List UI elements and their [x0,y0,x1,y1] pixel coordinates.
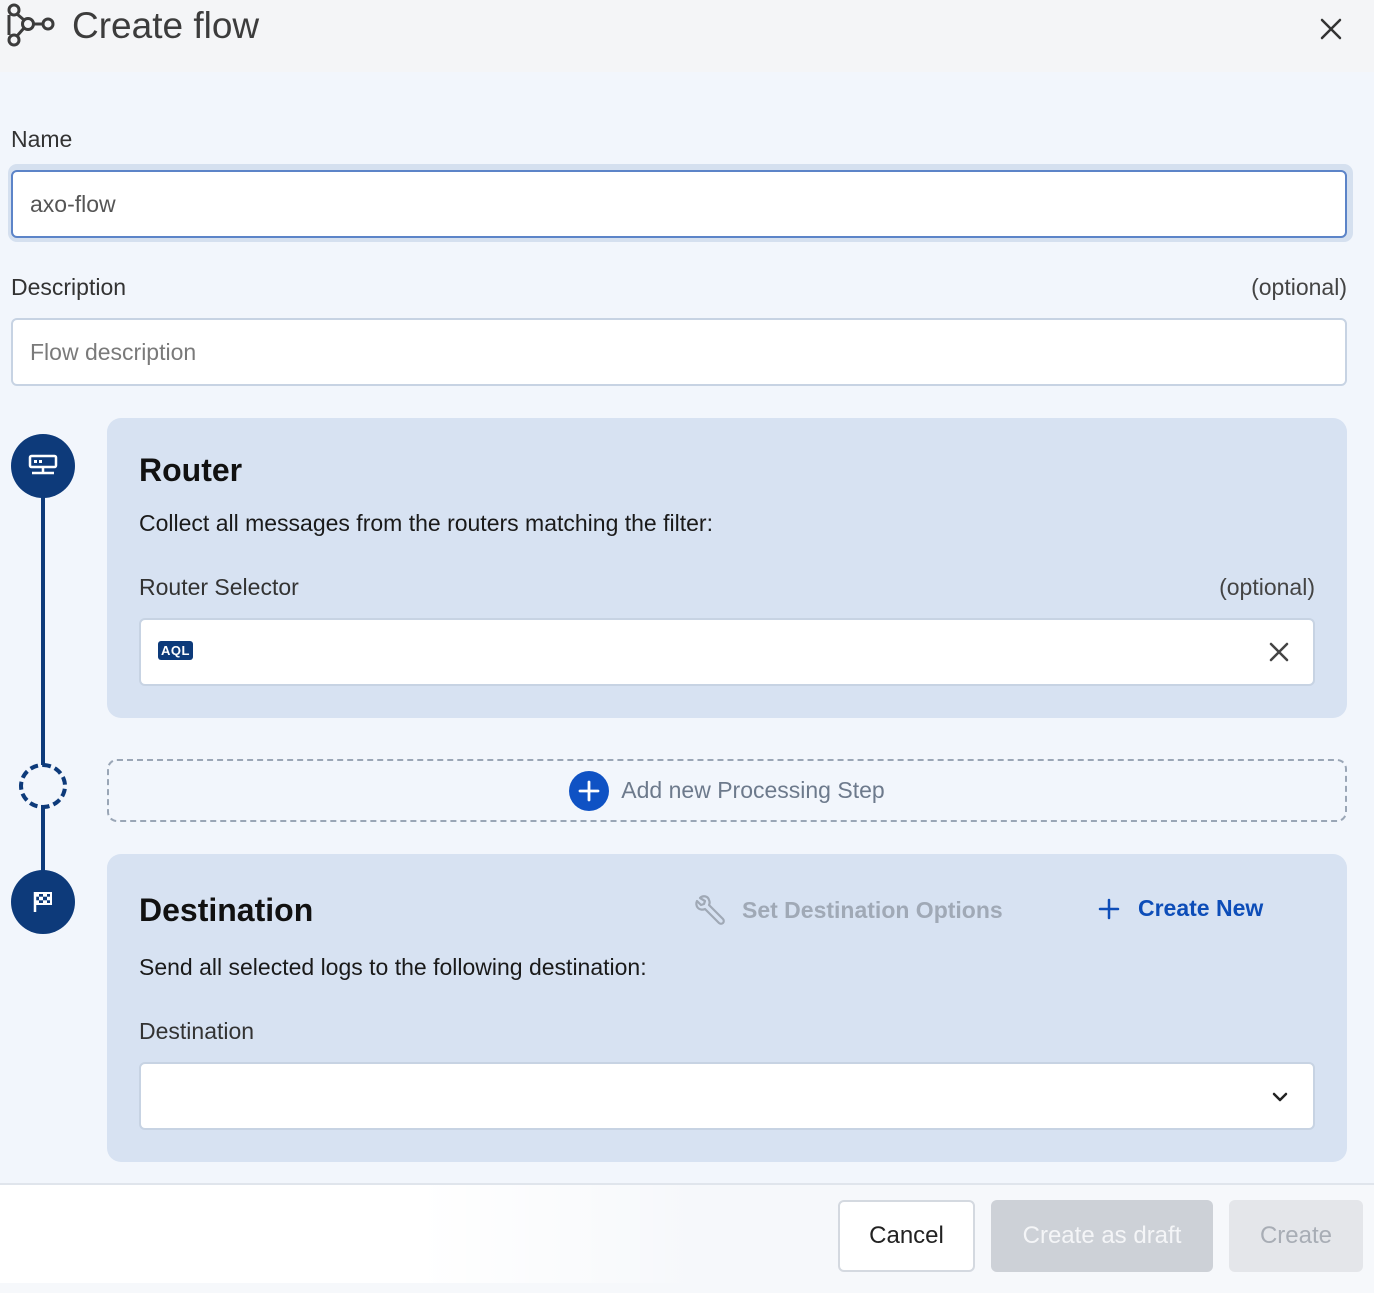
add-processing-step-label: Add new Processing Step [621,777,885,803]
processing-step-marker [19,763,67,809]
create-button[interactable]: Create [1229,1200,1363,1272]
set-destination-options-label: Set Destination Options [742,896,1003,923]
cancel-button[interactable]: Cancel [838,1200,975,1272]
destination-description: Send all selected logs to the following … [139,954,647,980]
name-input[interactable] [11,170,1347,238]
router-selector-optional: (optional) [1219,574,1315,600]
router-description: Collect all messages from the routers ma… [139,510,713,536]
destination-field-label: Destination [139,1018,255,1044]
router-icon [28,454,58,475]
close-button[interactable] [1316,14,1346,44]
description-optional: (optional) [1251,274,1347,300]
wrench-icon [695,895,725,925]
aql-badge: AQL [158,641,193,660]
create-new-label: Create New [1138,895,1264,921]
name-label: Name [11,126,73,152]
router-selector-label: Router Selector [139,574,299,600]
add-processing-step-button[interactable]: Add new Processing Step [107,759,1347,822]
description-input[interactable] [11,318,1347,386]
destination-step-marker [11,870,75,934]
dialog-header: Create flow [0,0,1374,72]
router-card: Router Collect all messages from the rou… [107,418,1347,718]
dialog-title: Create flow [72,5,260,46]
router-selector-input[interactable]: AQL [139,618,1315,686]
plus-icon [569,770,610,811]
destination-title: Destination [139,892,314,928]
footer-fade [0,1185,700,1283]
chevron-down-icon[interactable] [1269,1086,1291,1108]
create-new-destination-button[interactable]: Create New [1098,895,1263,922]
flag-icon [33,892,52,912]
create-as-draft-button[interactable]: Create as draft [991,1200,1213,1272]
description-label: Description [11,274,127,300]
close-icon[interactable] [1265,638,1293,666]
destination-select[interactable] [139,1062,1315,1130]
plus-icon [1098,898,1120,919]
router-step-marker [11,434,75,498]
set-destination-options-button: Set Destination Options [694,893,1003,927]
flow-nodes-icon [7,3,55,47]
close-icon [1320,18,1342,40]
router-title: Router [139,452,243,488]
timeline-line [41,470,45,765]
